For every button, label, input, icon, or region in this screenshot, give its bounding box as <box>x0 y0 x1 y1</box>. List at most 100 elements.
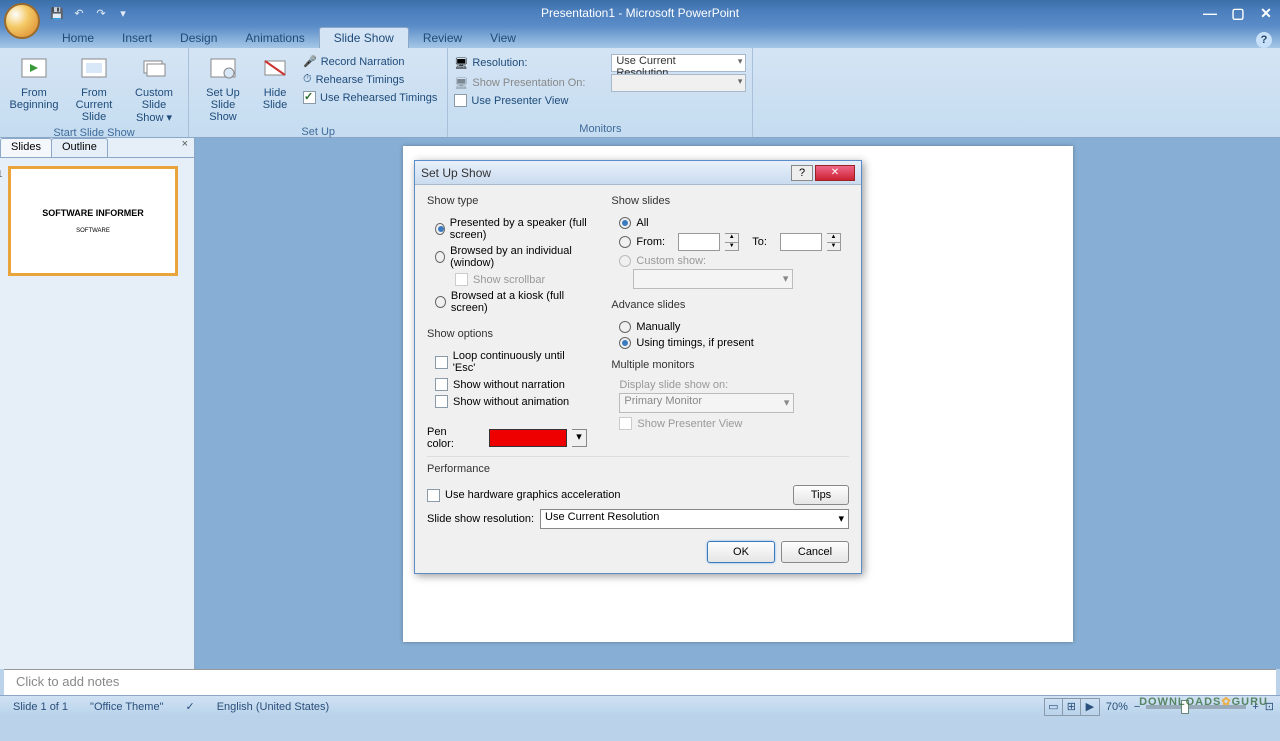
check-no-narration[interactable]: Show without narration <box>427 376 595 393</box>
sorter-view-button[interactable]: ⊞ <box>1063 699 1081 715</box>
ribbon-group-setup: Set Up Slide Show Hide Slide 🎤Record Nar… <box>189 48 448 137</box>
scrollbar-label: Show scrollbar <box>473 274 545 286</box>
minimize-button[interactable]: — <box>1196 4 1224 22</box>
check-loop[interactable]: Loop continuously until 'Esc' <box>427 348 595 376</box>
checkbox-icon <box>303 91 316 104</box>
show-slides-label: Show slides <box>611 195 849 209</box>
dialog-title: Set Up Show <box>421 166 491 180</box>
dialog-close-button[interactable]: ✕ <box>815 165 855 181</box>
from-input[interactable] <box>678 233 720 251</box>
radio-manual[interactable]: Manually <box>611 319 849 335</box>
theme-label: "Office Theme" <box>83 699 170 715</box>
radio-icon <box>619 236 631 248</box>
group-label: Monitors <box>454 122 746 137</box>
tab-home[interactable]: Home <box>48 28 108 48</box>
notes-pane[interactable]: Click to add notes <box>4 669 1276 695</box>
radio-kiosk[interactable]: Browsed at a kiosk (full screen) <box>427 288 595 316</box>
tab-review[interactable]: Review <box>409 28 476 48</box>
pen-color-label: Pen color: <box>427 426 476 450</box>
window-controls: — ▢ ✕ <box>1196 4 1280 22</box>
slideshow-view-button[interactable]: ▶ <box>1081 699 1099 715</box>
to-input[interactable] <box>780 233 822 251</box>
checkbox-icon <box>435 395 448 408</box>
slides-panel: Slides Outline × 1 SOFTWARE INFORMER SOF… <box>0 138 195 669</box>
ribbon-group-monitors: 🖥Resolution:Use Current Resolution 🖥Show… <box>448 48 753 137</box>
close-button[interactable]: ✕ <box>1252 4 1280 22</box>
ok-button[interactable]: OK <box>707 541 775 563</box>
pen-color-dropdown[interactable]: ▾ <box>572 429 588 447</box>
radio-all[interactable]: All <box>611 215 849 231</box>
from-beginning-button[interactable]: From Beginning <box>6 51 62 126</box>
normal-view-button[interactable]: ▭ <box>1045 699 1063 715</box>
radio-icon <box>435 296 446 308</box>
maximize-button[interactable]: ▢ <box>1224 4 1252 22</box>
radio-from[interactable]: From: ▲▼ To: ▲▼ <box>611 231 849 253</box>
radio-speaker[interactable]: Presented by a speaker (full screen) <box>427 215 595 243</box>
spellcheck-icon[interactable]: ✓ <box>178 698 201 715</box>
monitor-combo: Primary Monitor <box>619 393 794 413</box>
rehearse-timings-button[interactable]: ⏱Rehearse Timings <box>299 71 441 88</box>
monitor-icon: 🖥 <box>454 77 468 90</box>
slide-counter: Slide 1 of 1 <box>6 699 75 715</box>
resolution-label: Slide show resolution: <box>427 513 534 525</box>
slide-icon <box>78 53 110 85</box>
thumb-number: 1 <box>0 169 3 180</box>
tab-design[interactable]: Design <box>166 28 231 48</box>
ribbon-tabs: Home Insert Design Animations Slide Show… <box>0 26 1280 48</box>
tab-outline[interactable]: Outline <box>51 138 108 157</box>
help-icon[interactable]: ? <box>1256 32 1272 48</box>
from-current-button[interactable]: From Current Slide <box>66 51 122 126</box>
record-narration-button[interactable]: 🎤Record Narration <box>299 53 441 70</box>
tab-slides[interactable]: Slides <box>0 138 52 157</box>
hide-slide-button[interactable]: Hide Slide <box>255 51 295 125</box>
save-icon[interactable]: 💾 <box>48 4 66 22</box>
clock-icon: ⏱ <box>303 73 312 86</box>
checkbox-icon <box>619 417 632 430</box>
tab-view[interactable]: View <box>476 28 530 48</box>
tab-insert[interactable]: Insert <box>108 28 166 48</box>
panel-close-icon[interactable]: × <box>176 138 194 157</box>
spin-buttons[interactable]: ▲▼ <box>827 233 841 251</box>
resolution-combo[interactable]: Use Current Resolution <box>611 54 746 72</box>
zoom-label: 70% <box>1106 701 1128 713</box>
advance-label: Advance slides <box>611 299 849 313</box>
custom-show-button[interactable]: Custom Slide Show ▾ <box>126 51 182 126</box>
thumb-title: SOFTWARE INFORMER <box>42 208 144 218</box>
radio-individual[interactable]: Browsed by an individual (window) <box>427 243 595 271</box>
setup-icon <box>207 53 239 85</box>
qat-dropdown-icon[interactable]: ▾ <box>114 4 132 22</box>
presenter-view-label: Use Presenter View <box>471 95 568 107</box>
show-options-label: Show options <box>427 328 595 342</box>
custom-show-combo <box>633 269 793 289</box>
redo-icon[interactable]: ↷ <box>92 4 110 22</box>
show-type-label: Show type <box>427 195 595 209</box>
quick-access-toolbar: 💾 ↶ ↷ ▾ <box>48 4 132 22</box>
tab-slide-show[interactable]: Slide Show <box>319 27 409 48</box>
language-label[interactable]: English (United States) <box>210 699 337 715</box>
check-no-animation[interactable]: Show without animation <box>427 393 595 410</box>
pen-color-swatch[interactable] <box>489 429 566 447</box>
display-on-label: Display slide show on: <box>611 379 849 391</box>
use-rehearsed-check[interactable]: Use Rehearsed Timings <box>299 89 441 106</box>
radio-icon <box>619 255 631 267</box>
slide-thumbnail[interactable]: 1 SOFTWARE INFORMER SOFTWARE <box>8 166 178 276</box>
tab-animations[interactable]: Animations <box>231 28 318 48</box>
cancel-button[interactable]: Cancel <box>781 541 849 563</box>
check-hardware-accel[interactable]: Use hardware graphics acceleration <box>427 489 787 502</box>
dialog-help-button[interactable]: ? <box>791 165 813 181</box>
radio-icon <box>435 223 445 235</box>
setup-show-button[interactable]: Set Up Slide Show <box>195 51 251 125</box>
resolution-combo[interactable]: Use Current Resolution <box>540 509 849 529</box>
play-icon <box>18 53 50 85</box>
watermark: DOWNLOADS✿GURU <box>1139 688 1268 711</box>
radio-timings[interactable]: Using timings, if present <box>611 335 849 351</box>
stack-icon <box>138 53 170 85</box>
spin-buttons[interactable]: ▲▼ <box>725 233 739 251</box>
radio-icon <box>619 337 631 349</box>
checkbox-icon <box>455 273 468 286</box>
undo-icon[interactable]: ↶ <box>70 4 88 22</box>
checkbox-icon[interactable] <box>454 94 467 107</box>
office-button[interactable] <box>4 3 40 39</box>
tips-button[interactable]: Tips <box>793 485 849 505</box>
dialog-titlebar[interactable]: Set Up Show ? ✕ <box>415 161 861 185</box>
